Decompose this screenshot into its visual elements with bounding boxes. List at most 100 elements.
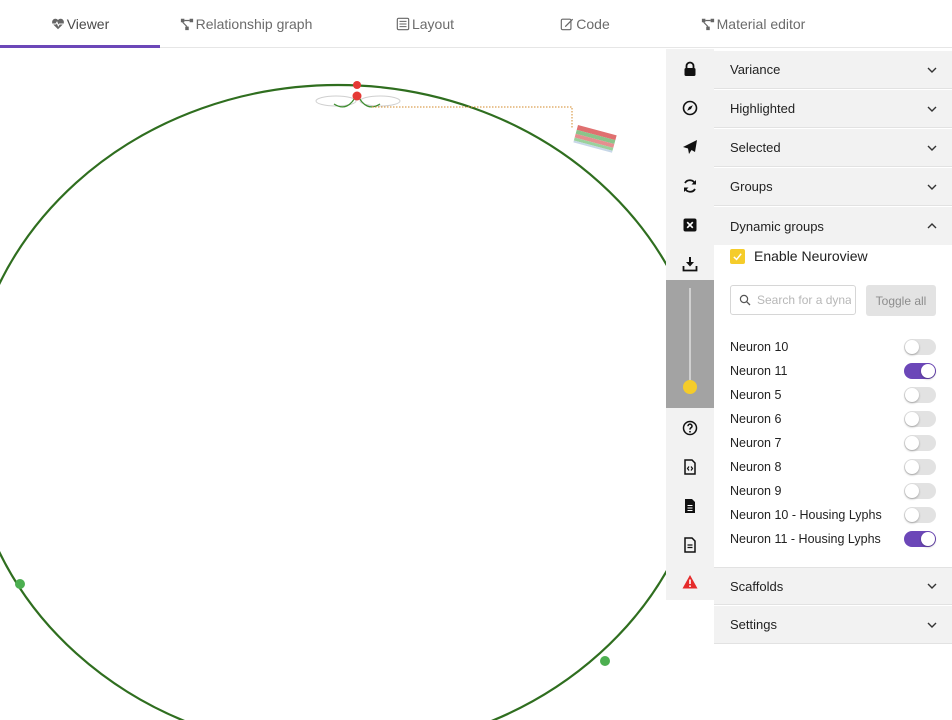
dynamic-group-label: Neuron 5 bbox=[730, 388, 782, 402]
toggle-knob bbox=[921, 364, 935, 378]
toggle-all-button[interactable]: Toggle all bbox=[866, 285, 936, 316]
warning-icon bbox=[682, 574, 698, 588]
toggle-knob bbox=[905, 460, 919, 474]
file-lines-icon bbox=[684, 536, 696, 553]
clear-button[interactable] bbox=[666, 205, 714, 244]
section-dynamic-groups[interactable]: Dynamic groups bbox=[714, 207, 952, 245]
file-lines-button[interactable] bbox=[666, 525, 714, 564]
dynamic-group-search[interactable] bbox=[730, 285, 856, 315]
help-button[interactable] bbox=[666, 408, 714, 447]
tab-label: Code bbox=[576, 16, 610, 32]
dynamic-group-toggle[interactable] bbox=[904, 339, 936, 355]
tab-label: Material editor bbox=[716, 16, 806, 32]
heart-pulse-icon bbox=[51, 18, 64, 30]
dynamic-group-item: Neuron 8 bbox=[730, 455, 936, 479]
search-input[interactable] bbox=[757, 293, 851, 307]
edit-icon bbox=[561, 18, 574, 31]
graph-icon bbox=[701, 18, 714, 31]
enable-neuroview-label: Enable Neuroview bbox=[754, 248, 868, 264]
node-red[interactable] bbox=[353, 81, 361, 89]
send-button[interactable] bbox=[666, 127, 714, 166]
toggle-knob bbox=[905, 412, 919, 426]
layout-icon bbox=[396, 17, 410, 31]
enable-neuroview-row[interactable]: Enable Neuroview bbox=[730, 248, 868, 264]
download-button[interactable] bbox=[666, 244, 714, 283]
side-panel: Variance Highlighted Selected Groups Dyn… bbox=[714, 49, 952, 720]
dynamic-group-label: Neuron 8 bbox=[730, 460, 782, 474]
slider-track bbox=[689, 288, 691, 388]
dynamic-group-toggle[interactable] bbox=[904, 435, 936, 451]
dynamic-group-item: Neuron 11 - Housing Lyphs bbox=[730, 527, 936, 551]
dynamic-group-toggle[interactable] bbox=[904, 507, 936, 523]
download-icon bbox=[682, 256, 698, 271]
node-green[interactable] bbox=[600, 656, 610, 666]
section-groups[interactable]: Groups bbox=[714, 168, 952, 206]
tab-label: Viewer bbox=[66, 16, 110, 32]
send-icon bbox=[683, 139, 697, 154]
node-green[interactable] bbox=[15, 579, 25, 589]
toggle-knob bbox=[905, 436, 919, 450]
viewer-toolbar bbox=[666, 49, 714, 600]
dynamic-group-label: Neuron 11 - Housing Lyphs bbox=[730, 532, 881, 546]
check-icon bbox=[733, 252, 742, 260]
compass-icon bbox=[682, 100, 698, 115]
section-selected[interactable]: Selected bbox=[714, 129, 952, 167]
tab-viewer[interactable]: Viewer bbox=[0, 0, 160, 48]
tab-relationship-graph[interactable]: Relationship graph bbox=[160, 0, 332, 48]
dynamic-group-item: Neuron 9 bbox=[730, 479, 936, 503]
toggle-knob bbox=[905, 340, 919, 354]
lyph-box[interactable] bbox=[573, 124, 617, 153]
dynamic-group-toggle[interactable] bbox=[904, 459, 936, 475]
toggle-knob bbox=[921, 532, 935, 546]
close-box-icon bbox=[683, 218, 697, 231]
tab-label: Layout bbox=[411, 16, 455, 32]
chevron-down-icon bbox=[927, 67, 937, 73]
chevron-up-icon bbox=[927, 223, 937, 229]
dynamic-group-item: Neuron 7 bbox=[730, 431, 936, 455]
dynamic-group-label: Neuron 7 bbox=[730, 436, 782, 450]
section-title: Highlighted bbox=[730, 101, 796, 116]
tab-code[interactable]: Code bbox=[510, 0, 660, 48]
file-button[interactable] bbox=[666, 486, 714, 525]
chevron-down-icon bbox=[927, 184, 937, 190]
dynamic-group-item: Neuron 5 bbox=[730, 383, 936, 407]
toggle-knob bbox=[905, 484, 919, 498]
section-highlighted[interactable]: Highlighted bbox=[714, 90, 952, 128]
section-scaffolds[interactable]: Scaffolds bbox=[714, 567, 952, 605]
viewer-canvas[interactable] bbox=[0, 49, 666, 720]
graph-icon bbox=[180, 18, 193, 31]
top-node-cluster[interactable] bbox=[315, 81, 573, 129]
chevron-down-icon bbox=[927, 145, 937, 151]
section-variance[interactable]: Variance bbox=[714, 51, 952, 89]
node-red[interactable] bbox=[352, 91, 362, 101]
warning-button[interactable] bbox=[666, 562, 714, 601]
tab-layout[interactable]: Layout bbox=[352, 0, 498, 48]
dynamic-group-item: Neuron 6 bbox=[730, 407, 936, 431]
code-file-button[interactable] bbox=[666, 447, 714, 486]
refresh-icon bbox=[684, 178, 696, 193]
slider-handle[interactable] bbox=[683, 380, 697, 394]
compass-button[interactable] bbox=[666, 88, 714, 127]
enable-neuroview-checkbox[interactable] bbox=[730, 248, 745, 264]
dynamic-group-item: Neuron 10 - Housing Lyphs bbox=[730, 503, 936, 527]
tab-material-editor[interactable]: Material editor bbox=[672, 0, 834, 48]
help-icon bbox=[682, 420, 698, 435]
refresh-button[interactable] bbox=[666, 166, 714, 205]
section-title: Selected bbox=[730, 140, 781, 155]
zoom-slider[interactable] bbox=[666, 280, 714, 408]
toggle-knob bbox=[905, 508, 919, 522]
chevron-down-icon bbox=[927, 106, 937, 112]
dynamic-group-label: Neuron 9 bbox=[730, 484, 782, 498]
code-file-icon bbox=[684, 458, 696, 475]
dynamic-group-toggle[interactable] bbox=[904, 531, 936, 547]
dynamic-group-label: Neuron 11 bbox=[730, 364, 788, 378]
dynamic-group-toggle[interactable] bbox=[904, 387, 936, 403]
lock-button[interactable] bbox=[666, 49, 714, 88]
chevron-down-icon bbox=[927, 622, 937, 628]
dynamic-group-toggle[interactable] bbox=[904, 483, 936, 499]
section-settings[interactable]: Settings bbox=[714, 606, 952, 644]
dynamic-group-toggle[interactable] bbox=[904, 411, 936, 427]
section-title: Settings bbox=[730, 617, 777, 632]
section-title: Variance bbox=[730, 62, 781, 77]
dynamic-group-toggle[interactable] bbox=[904, 363, 936, 379]
